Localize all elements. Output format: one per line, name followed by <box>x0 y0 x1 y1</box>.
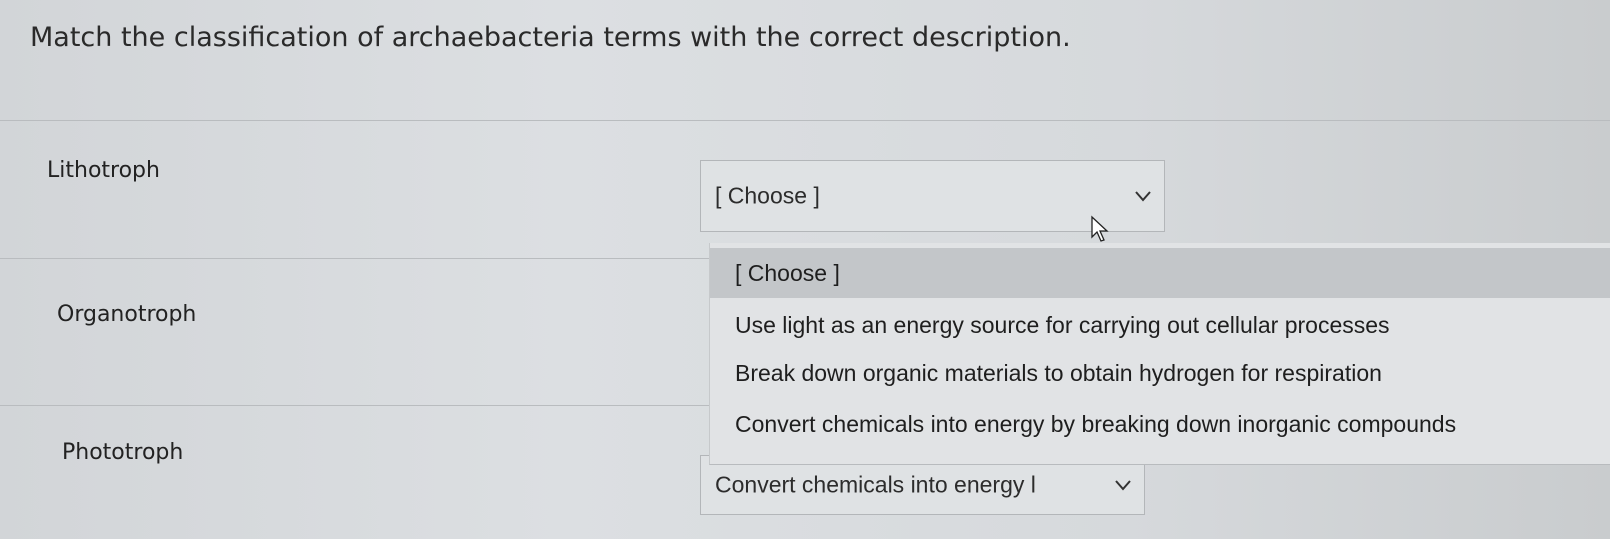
term-lithotroph: Lithotroph <box>47 158 160 183</box>
option-label: Use light as an energy source for carryi… <box>735 311 1390 338</box>
chevron-down-icon <box>1135 191 1151 202</box>
option-label: Convert chemicals into energy by breakin… <box>735 410 1457 437</box>
dropdown-option[interactable]: [ Choose ] <box>710 248 1610 298</box>
select-value: [ Choose ] <box>715 182 820 209</box>
option-label: [ Choose ] <box>735 259 840 286</box>
dropdown-option[interactable]: Use light as an energy source for carryi… <box>710 301 1610 349</box>
question-text: Match the classification of archaebacter… <box>30 22 1071 53</box>
term-organotroph: Organotroph <box>57 302 197 327</box>
dropdown-option[interactable]: Break down organic materials to obtain h… <box>710 349 1610 397</box>
option-label: Break down organic materials to obtain h… <box>735 359 1382 386</box>
select-value: Convert chemicals into energy l <box>715 471 1036 498</box>
chevron-down-icon <box>1115 480 1131 491</box>
mouse-pointer-icon <box>1091 215 1109 242</box>
divider <box>0 120 1610 121</box>
dropdown-list: [ Choose ] Use light as an energy source… <box>709 243 1610 465</box>
dropdown-option[interactable]: Convert chemicals into energy by breakin… <box>710 398 1610 450</box>
term-phototroph: Phototroph <box>62 440 184 465</box>
